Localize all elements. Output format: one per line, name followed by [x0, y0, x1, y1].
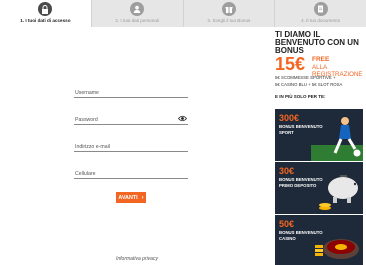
- bonus-card-casino[interactable]: 50€ BONUS BENVENUTO CASINO: [275, 215, 363, 265]
- card-title: BONUS BENVENUTO: [279, 124, 323, 129]
- username-field[interactable]: Username: [74, 84, 188, 111]
- username-underline: [74, 97, 188, 98]
- roulette-icon: [315, 239, 359, 259]
- phone-field[interactable]: Cellulare: [74, 165, 188, 192]
- promo-title: TI DIAMO IL BENVENUTO CON UN BONUS: [275, 30, 359, 55]
- password-placeholder: Password: [75, 117, 98, 123]
- registration-steps: 1. I tuoi dati di accesso 2. I tuoi dati…: [0, 0, 366, 27]
- step-access-data[interactable]: 1. I tuoi dati di accesso: [0, 0, 92, 27]
- card-title: BONUS BENVENUTO: [279, 177, 323, 182]
- phone-placeholder: Cellulare: [75, 171, 96, 177]
- card-subtitle: CASINO: [279, 236, 296, 241]
- promo-detail-1: 5€ SCOMMESSE SPORTIVE +: [275, 75, 336, 80]
- step-document[interactable]: 4. Il tuo documento: [275, 0, 366, 27]
- email-field[interactable]: Indirizzo e-mail: [74, 138, 188, 165]
- bonus-card-sport[interactable]: 300€ BONUS BENVENUTO SPORT: [275, 109, 363, 161]
- chevron-right-icon: ›: [141, 194, 144, 201]
- password-field[interactable]: Password: [74, 111, 188, 138]
- step-label: 2. I tuoi dati personali: [115, 18, 159, 23]
- piggy-bank-icon: [319, 175, 358, 210]
- gift-icon: [221, 2, 236, 16]
- card-subtitle: SPORT: [279, 130, 294, 135]
- welcome-bonus-panel: TI DIAMO IL BENVENUTO CON UN BONUS 15€ F…: [272, 27, 366, 265]
- card-amount: 300€: [279, 113, 300, 123]
- football-player-icon: [311, 117, 363, 161]
- password-underline: [74, 124, 188, 125]
- next-button[interactable]: AVANTI ›: [116, 192, 146, 203]
- step-label: 1. I tuoi dati di accesso: [20, 18, 71, 23]
- bonus-card-first-deposit[interactable]: 30€ BONUS BENVENUTO PRIMO DEPOSITO: [275, 162, 363, 214]
- promo-free-label: FREE: [312, 56, 330, 63]
- lock-icon: [38, 2, 53, 16]
- step-label: 3. Scegli il tuo Bonus: [207, 18, 251, 23]
- document-icon: [313, 2, 328, 16]
- privacy-link[interactable]: Informativa privacy: [116, 256, 158, 262]
- step-choose-bonus[interactable]: 3. Scegli il tuo Bonus: [183, 0, 276, 27]
- card-amount: 50€: [279, 219, 295, 229]
- phone-underline: [74, 178, 188, 179]
- card-subtitle: PRIMO DEPOSITO: [279, 183, 317, 188]
- card-title: BONUS BENVENUTO: [279, 230, 323, 235]
- username-placeholder: Username: [75, 90, 99, 96]
- promo-amount: 15€: [275, 54, 306, 74]
- access-data-form: Username Password Indirizzo e-mail Cellu…: [74, 84, 188, 192]
- show-password-icon[interactable]: [178, 115, 187, 122]
- step-label: 4. Il tuo documento: [301, 18, 341, 23]
- promo-more-label: E IN PIÙ SOLO PER TE:: [275, 94, 326, 99]
- email-placeholder: Indirizzo e-mail: [75, 144, 110, 150]
- card-amount: 30€: [279, 166, 295, 176]
- promo-detail-2: 5€ CASINO BLU + 5€ SLOT ROSA: [275, 82, 343, 87]
- next-button-label: AVANTI: [118, 194, 138, 201]
- user-icon: [130, 2, 145, 16]
- step-personal-data[interactable]: 2. I tuoi dati personali: [91, 0, 184, 27]
- email-underline: [74, 151, 188, 152]
